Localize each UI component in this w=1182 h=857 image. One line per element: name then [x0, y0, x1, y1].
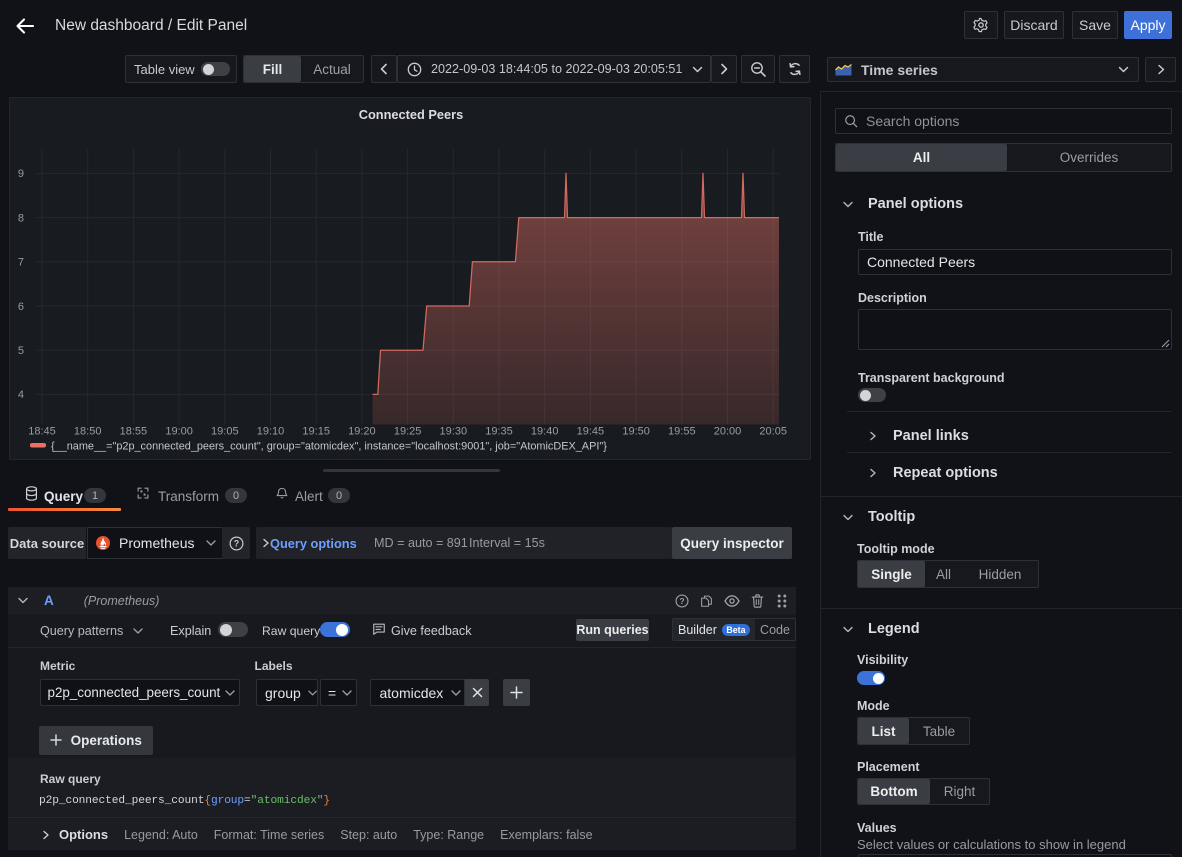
svg-text:19:50: 19:50 [622, 426, 650, 438]
svg-text:9: 9 [18, 168, 24, 180]
svg-text:20:05: 20:05 [759, 426, 787, 438]
svg-text:?: ? [679, 595, 684, 605]
svg-text:19:00: 19:00 [165, 426, 193, 438]
svg-text:7: 7 [18, 257, 24, 269]
svg-text:8: 8 [18, 212, 24, 224]
svg-text:18:45: 18:45 [28, 426, 56, 438]
svg-text:19:15: 19:15 [302, 426, 330, 438]
svg-text:4: 4 [18, 389, 24, 401]
svg-text:19:55: 19:55 [668, 426, 696, 438]
svg-text:18:55: 18:55 [120, 426, 148, 438]
svg-text:5: 5 [18, 345, 24, 357]
svg-text:19:05: 19:05 [211, 426, 239, 438]
svg-text:6: 6 [18, 301, 24, 313]
svg-text:19:10: 19:10 [257, 426, 285, 438]
svg-text:19:45: 19:45 [577, 426, 605, 438]
svg-text:18:50: 18:50 [74, 426, 102, 438]
svg-text:?: ? [233, 538, 238, 548]
svg-text:19:30: 19:30 [440, 426, 468, 438]
svg-text:Connected Peers: Connected Peers [359, 107, 464, 122]
svg-text:19:35: 19:35 [485, 426, 513, 438]
svg-text:{__name__="p2p_connected_peers: {__name__="p2p_connected_peers_count", g… [51, 441, 607, 453]
svg-text:19:40: 19:40 [531, 426, 559, 438]
svg-text:20:00: 20:00 [714, 426, 742, 438]
svg-text:19:20: 19:20 [348, 426, 376, 438]
svg-text:19:25: 19:25 [394, 426, 422, 438]
